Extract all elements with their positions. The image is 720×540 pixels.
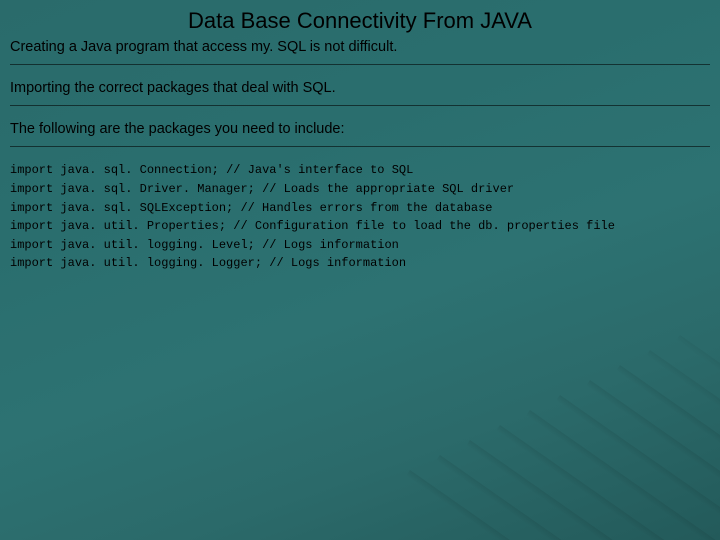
package-name: java. sql. SQLException; [60, 201, 233, 215]
section-packages-heading: The following are the packages you need … [10, 120, 710, 138]
divider [10, 64, 710, 65]
code-line: import java. sql. Connection; // Java's … [10, 161, 710, 180]
slide-title: Data Base Connectivity From JAVA [10, 8, 710, 34]
code-comment: // Configuration file to load the db. pr… [233, 219, 615, 233]
package-name: java. util. Properties; [60, 219, 226, 233]
package-name: java. util. logging. Logger; [60, 256, 262, 270]
code-block: import java. sql. Connection; // Java's … [10, 161, 710, 273]
intro-paragraph: Creating a Java program that access my. … [10, 38, 710, 56]
code-comment: // Handles errors from the database [240, 201, 492, 215]
divider [10, 105, 710, 106]
keyword-import: import [10, 182, 53, 196]
code-line: import java. sql. Driver. Manager; // Lo… [10, 180, 710, 199]
package-name: java. sql. Driver. Manager; [60, 182, 254, 196]
divider [10, 146, 710, 147]
code-comment: // Loads the appropriate SQL driver [262, 182, 514, 196]
code-comment: // Logs information [269, 256, 406, 270]
keyword-import: import [10, 256, 53, 270]
code-line: import java. util. Properties; // Config… [10, 217, 710, 236]
package-name: java. util. logging. Level; [60, 238, 254, 252]
decorative-streaks [370, 280, 720, 540]
keyword-import: import [10, 201, 53, 215]
keyword-import: import [10, 163, 53, 177]
code-comment: // Java's interface to SQL [226, 163, 413, 177]
section-import-heading: Importing the correct packages that deal… [10, 79, 710, 97]
keyword-import: import [10, 238, 53, 252]
code-line: import java. sql. SQLException; // Handl… [10, 199, 710, 218]
code-comment: // Logs information [262, 238, 399, 252]
keyword-import: import [10, 219, 53, 233]
code-line: import java. util. logging. Level; // Lo… [10, 236, 710, 255]
package-name: java. sql. Connection; [60, 163, 218, 177]
slide-content: Data Base Connectivity From JAVA Creatin… [0, 0, 720, 273]
code-line: import java. util. logging. Logger; // L… [10, 254, 710, 273]
